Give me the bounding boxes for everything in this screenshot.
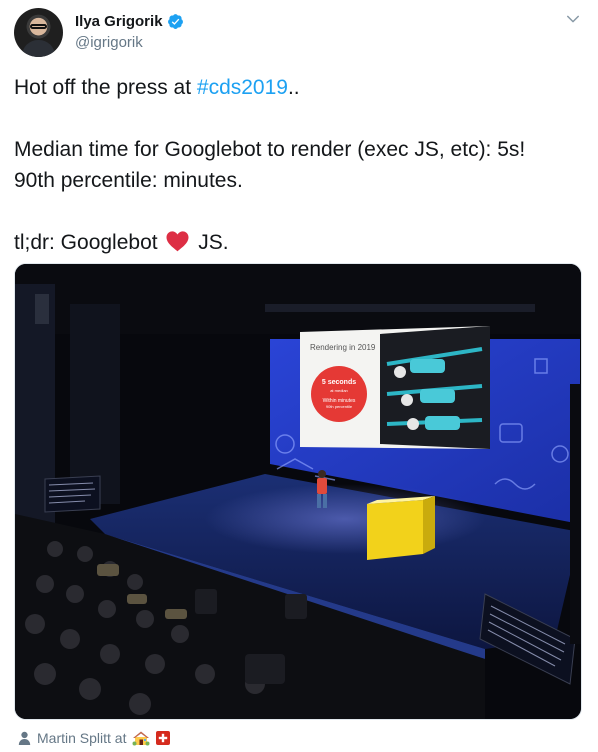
hashtag-link[interactable]: #cds2019 [197, 76, 288, 99]
slide-small-text-3: 90th percentile [326, 404, 353, 409]
avatar-shirt [22, 40, 55, 57]
author-avatar[interactable] [14, 8, 63, 57]
slide-red-circle [311, 366, 367, 422]
tweet-text: Hot off the press at #cds2019.. Median t… [14, 72, 584, 258]
author-name-row[interactable]: Ilya Grigorik [75, 13, 184, 30]
tweet-photo[interactable]: Rendering in 2019 5 seconds at median Wi… [14, 263, 582, 720]
house-emoji-icon [132, 731, 150, 746]
tagged-text[interactable]: Martin Splitt at [37, 730, 126, 746]
heart-emoji-icon [166, 231, 189, 252]
swiss-flag-icon [156, 731, 171, 745]
tweet-line-4: tl;dr: Googlebot JS. [14, 227, 584, 258]
tweet-line-3: 90th percentile: minutes. [14, 169, 243, 192]
slide-big-text: 5 seconds [322, 379, 356, 386]
tweet-line-1: Hot off the press at #cds2019.. [14, 72, 584, 103]
author-handle[interactable]: @igrigorik [75, 34, 143, 51]
chevron-down-icon[interactable] [564, 10, 582, 28]
tweet-line-2: Median time for Googlebot to render (exe… [14, 138, 526, 161]
avatar-glasses [30, 24, 47, 29]
slide-small-text-1: at median [330, 388, 348, 393]
verified-badge-icon [167, 14, 183, 29]
author-display-name[interactable]: Ilya Grigorik [75, 13, 163, 30]
tweet-line-4-text: tl;dr: Googlebot [14, 231, 164, 254]
slide-title: Rendering in 2019 [310, 343, 376, 352]
tweet-header: Ilya Grigorik @igrigorik [14, 8, 584, 60]
tagged-location-row[interactable]: Martin Splitt at [18, 728, 171, 748]
person-icon [18, 731, 31, 745]
tweet-line-1-text: Hot off the press at [14, 76, 197, 99]
tweet-line-4-suffix: JS. [192, 231, 229, 254]
tweet-line-1-suffix: .. [287, 76, 300, 99]
conference-stage-photo: Rendering in 2019 5 seconds at median Wi… [15, 264, 581, 719]
